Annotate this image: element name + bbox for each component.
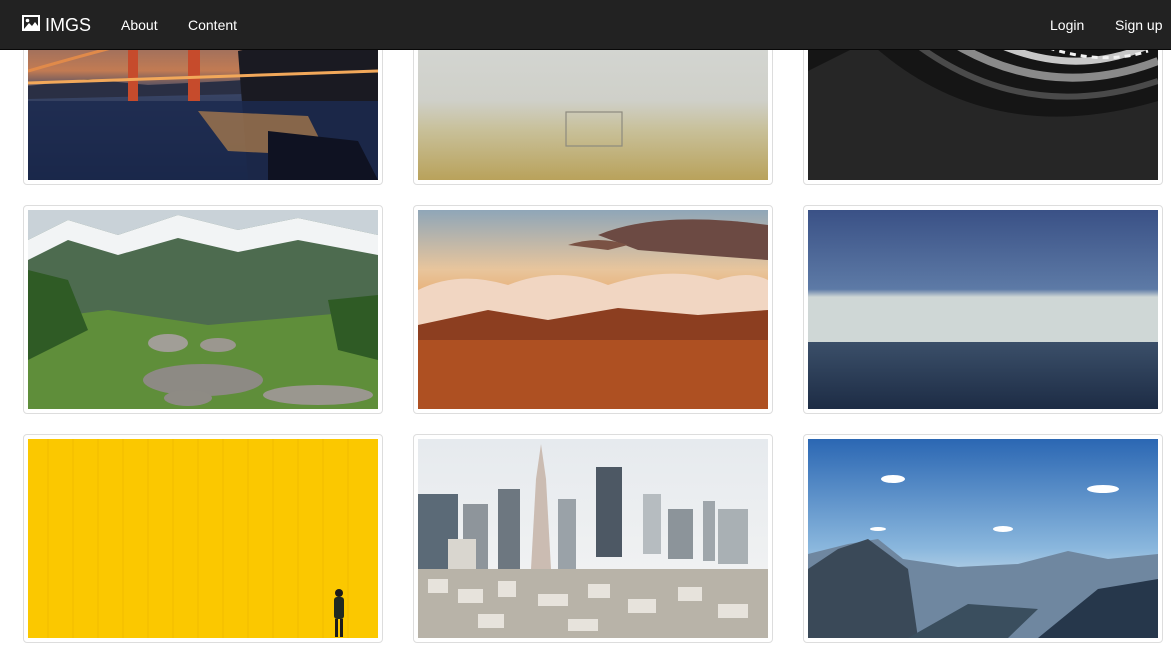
nav-login[interactable]: Login bbox=[1050, 0, 1084, 50]
image-snowy-mountains bbox=[28, 210, 378, 409]
image-gallery bbox=[0, 0, 1171, 652]
thumbnail-ocean-horizon[interactable] bbox=[803, 205, 1163, 414]
thumbnail-mountain-valley[interactable] bbox=[803, 434, 1163, 643]
image-yellow-wall bbox=[28, 439, 378, 638]
image-sunset-clouds bbox=[418, 210, 768, 409]
brand-text: IMGS bbox=[45, 14, 92, 35]
image-mountain-valley bbox=[808, 439, 1158, 638]
brand-link[interactable]: IMGS bbox=[22, 0, 91, 50]
thumbnail-city-skyline[interactable] bbox=[413, 434, 773, 643]
navbar: IMGS About Content Login Sign up bbox=[0, 0, 1171, 50]
nav-signup[interactable]: Sign up bbox=[1115, 0, 1162, 50]
image-ocean-horizon bbox=[808, 210, 1158, 409]
image-city-skyline bbox=[418, 439, 768, 638]
nav-content[interactable]: Content bbox=[188, 0, 237, 50]
thumbnail-yellow-wall[interactable] bbox=[23, 434, 383, 643]
image-icon bbox=[22, 14, 45, 36]
thumbnail-sunset-clouds[interactable] bbox=[413, 205, 773, 414]
thumbnail-snowy-mountains[interactable] bbox=[23, 205, 383, 414]
nav-about[interactable]: About bbox=[121, 0, 158, 50]
